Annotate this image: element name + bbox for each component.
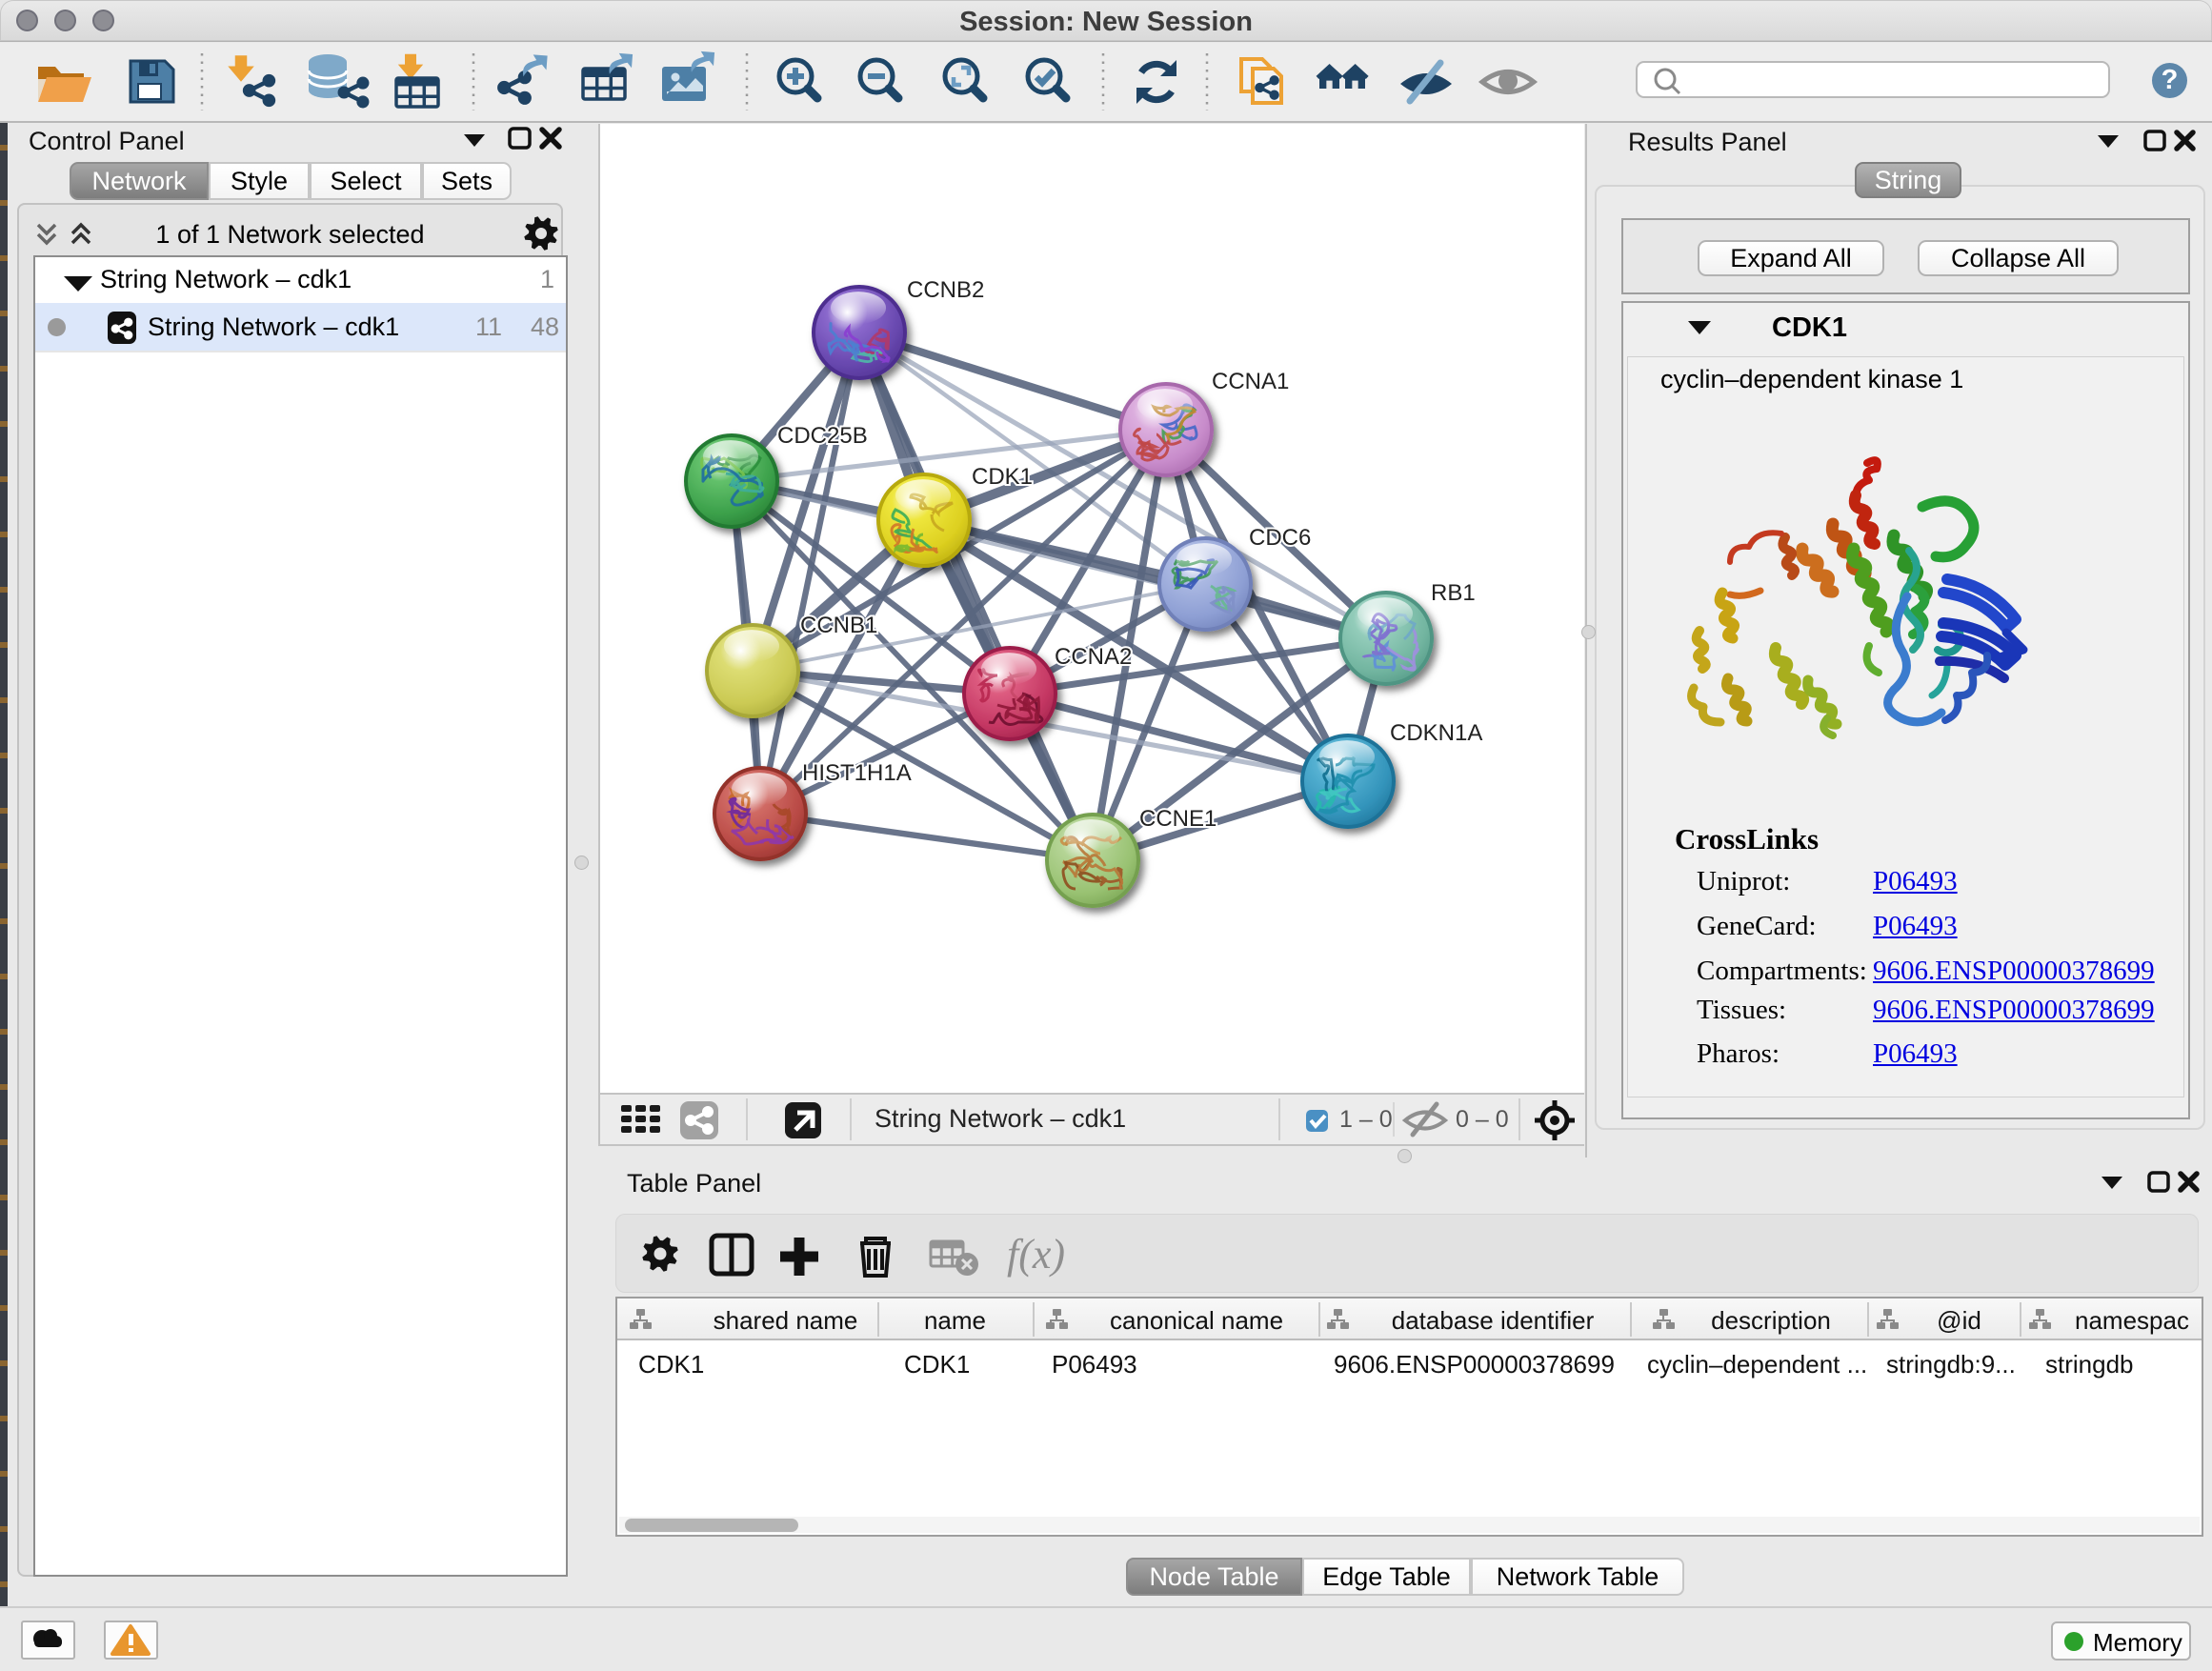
svg-text:HIST1H1A: HIST1H1A	[802, 760, 912, 786]
svg-text:CCNB1: CCNB1	[800, 613, 877, 638]
svg-text:CDK1: CDK1	[972, 464, 1033, 490]
svg-text:CDC6: CDC6	[1249, 525, 1311, 551]
svg-text:RB1: RB1	[1431, 580, 1476, 606]
svg-text:CDC25B: CDC25B	[777, 423, 868, 449]
svg-text:CCNA2: CCNA2	[1055, 644, 1132, 670]
svg-text:CDKN1A: CDKN1A	[1390, 720, 1482, 746]
svg-text:CCNE1: CCNE1	[1139, 806, 1217, 832]
svg-text:f(x): f(x)	[1007, 1231, 1065, 1278]
svg-text:CCNA1: CCNA1	[1212, 369, 1289, 394]
svg-text:CCNB2: CCNB2	[907, 277, 984, 303]
